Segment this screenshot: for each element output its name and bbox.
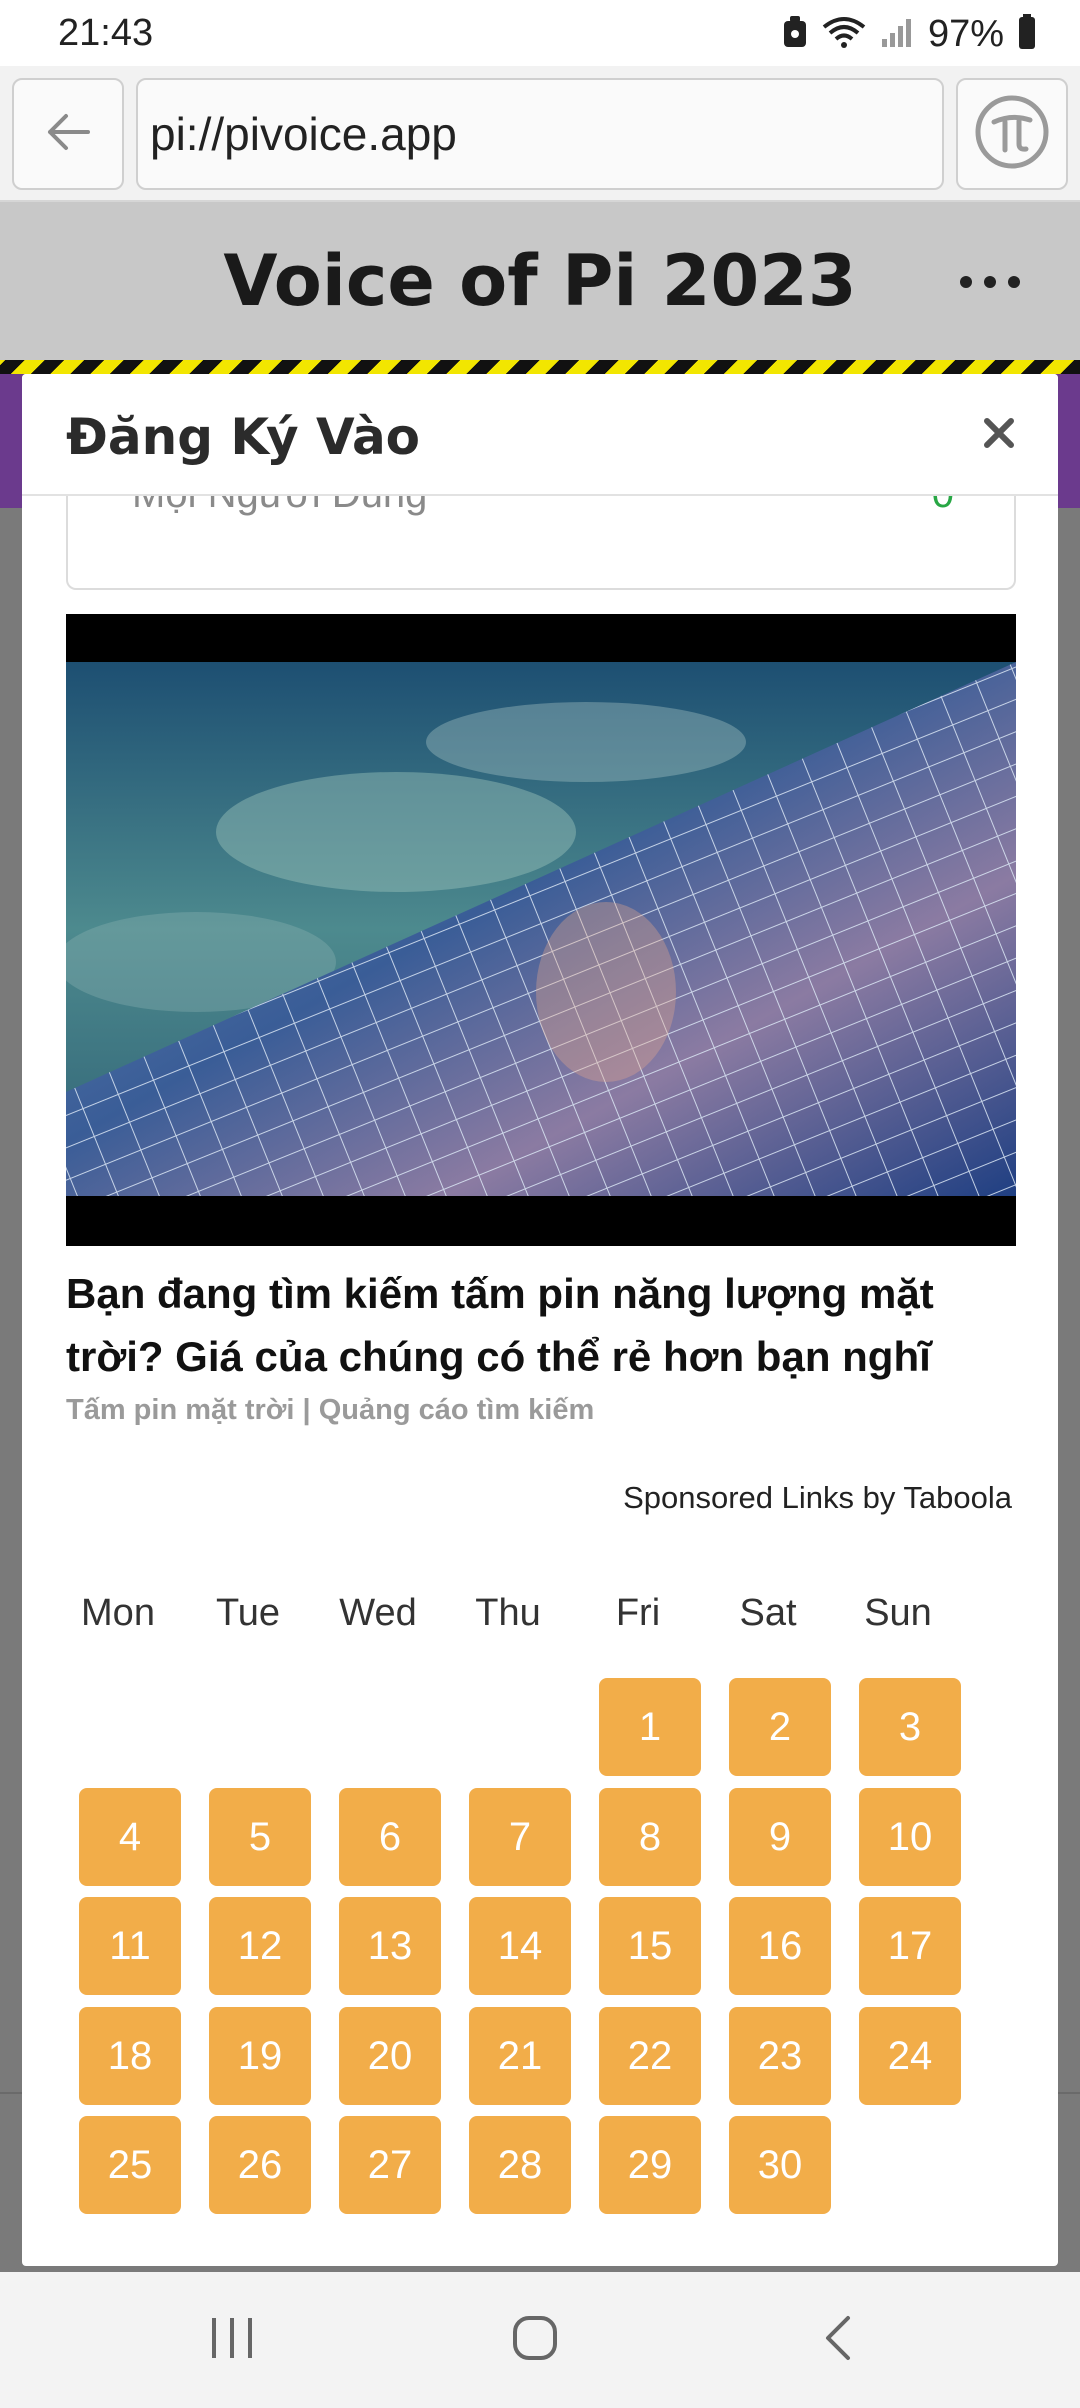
calendar-day[interactable]: 15	[599, 1897, 701, 1995]
calendar-day[interactable]: 13	[339, 1897, 441, 1995]
browser-toolbar: pi://pivoice.app	[0, 66, 1080, 202]
status-icons: 97%	[782, 12, 1036, 56]
home-icon	[512, 2315, 558, 2366]
calendar-day[interactable]: 10	[859, 1788, 961, 1886]
calendar-day[interactable]: 9	[729, 1788, 831, 1886]
hazard-stripe-divider	[0, 360, 1080, 374]
calendar-day[interactable]: 21	[469, 2007, 571, 2105]
calendar-day[interactable]: 28	[469, 2116, 571, 2214]
pi-browser-button[interactable]	[956, 78, 1068, 190]
status-time: 21:43	[58, 12, 154, 54]
home-button[interactable]	[455, 2272, 615, 2408]
system-nav-bar	[0, 2272, 1080, 2408]
calendar-day[interactable]: 26	[209, 2116, 311, 2214]
calendar-day[interactable]: 4	[79, 1788, 181, 1886]
calendar-day[interactable]: 11	[79, 1897, 181, 1995]
lock-battery-icon	[782, 15, 808, 54]
calendar-day[interactable]: 2	[729, 1678, 831, 1776]
url-input[interactable]: pi://pivoice.app	[136, 78, 944, 190]
recents-button[interactable]	[152, 2272, 312, 2408]
calendar-day[interactable]: 16	[729, 1897, 831, 1995]
arrow-left-icon	[44, 112, 92, 157]
calendar-day[interactable]: 30	[729, 2116, 831, 2214]
recents-icon	[208, 2316, 256, 2365]
wifi-icon	[822, 15, 866, 54]
calendar-day[interactable]: 27	[339, 2116, 441, 2214]
calendar-day[interactable]: 14	[469, 1897, 571, 1995]
calendar-day[interactable]: 29	[599, 2116, 701, 2214]
calendar-day[interactable]: 12	[209, 1897, 311, 1995]
more-horizontal-icon[interactable]	[960, 272, 1020, 292]
calendar-day[interactable]: 7	[469, 1788, 571, 1886]
calendar-day[interactable]: 8	[599, 1788, 701, 1886]
calendar-day[interactable]: 25	[79, 2116, 181, 2214]
battery-icon	[1018, 13, 1036, 55]
calendar-day[interactable]: 1	[599, 1678, 701, 1776]
calendar-day[interactable]: 17	[859, 1897, 961, 1995]
battery-percent: 97%	[927, 12, 1004, 55]
calendar-day[interactable]: 18	[79, 2007, 181, 2105]
status-bar: 21:43 97%	[0, 0, 1080, 66]
calendar-day[interactable]: 24	[859, 2007, 961, 2105]
calendar-day[interactable]: 5	[209, 1788, 311, 1886]
signup-modal: Mọi Người Dùng 0 Đăng Ký Vào Bạn đang tì…	[22, 374, 1058, 2266]
app-header: Voice of Pi 2023	[0, 202, 1080, 360]
calendar-day[interactable]: 22	[599, 2007, 701, 2105]
app-title: Voice of Pi 2023	[223, 240, 857, 322]
back-button[interactable]	[758, 2272, 918, 2408]
pi-logo-icon	[972, 92, 1052, 177]
calendar-day[interactable]: 19	[209, 2007, 311, 2105]
calendar-day[interactable]: 20	[339, 2007, 441, 2105]
calendar-day[interactable]: 23	[729, 2007, 831, 2105]
back-icon	[822, 2314, 854, 2367]
calendar-day[interactable]: 3	[859, 1678, 961, 1776]
calendar-day[interactable]: 6	[339, 1788, 441, 1886]
calendar-grid: 1 2 3 4 5 6 7 8 9 10 11 12 13 14 15 16 1…	[22, 374, 1058, 2266]
browser-back-button[interactable]	[12, 78, 124, 190]
signal-icon	[880, 15, 914, 54]
